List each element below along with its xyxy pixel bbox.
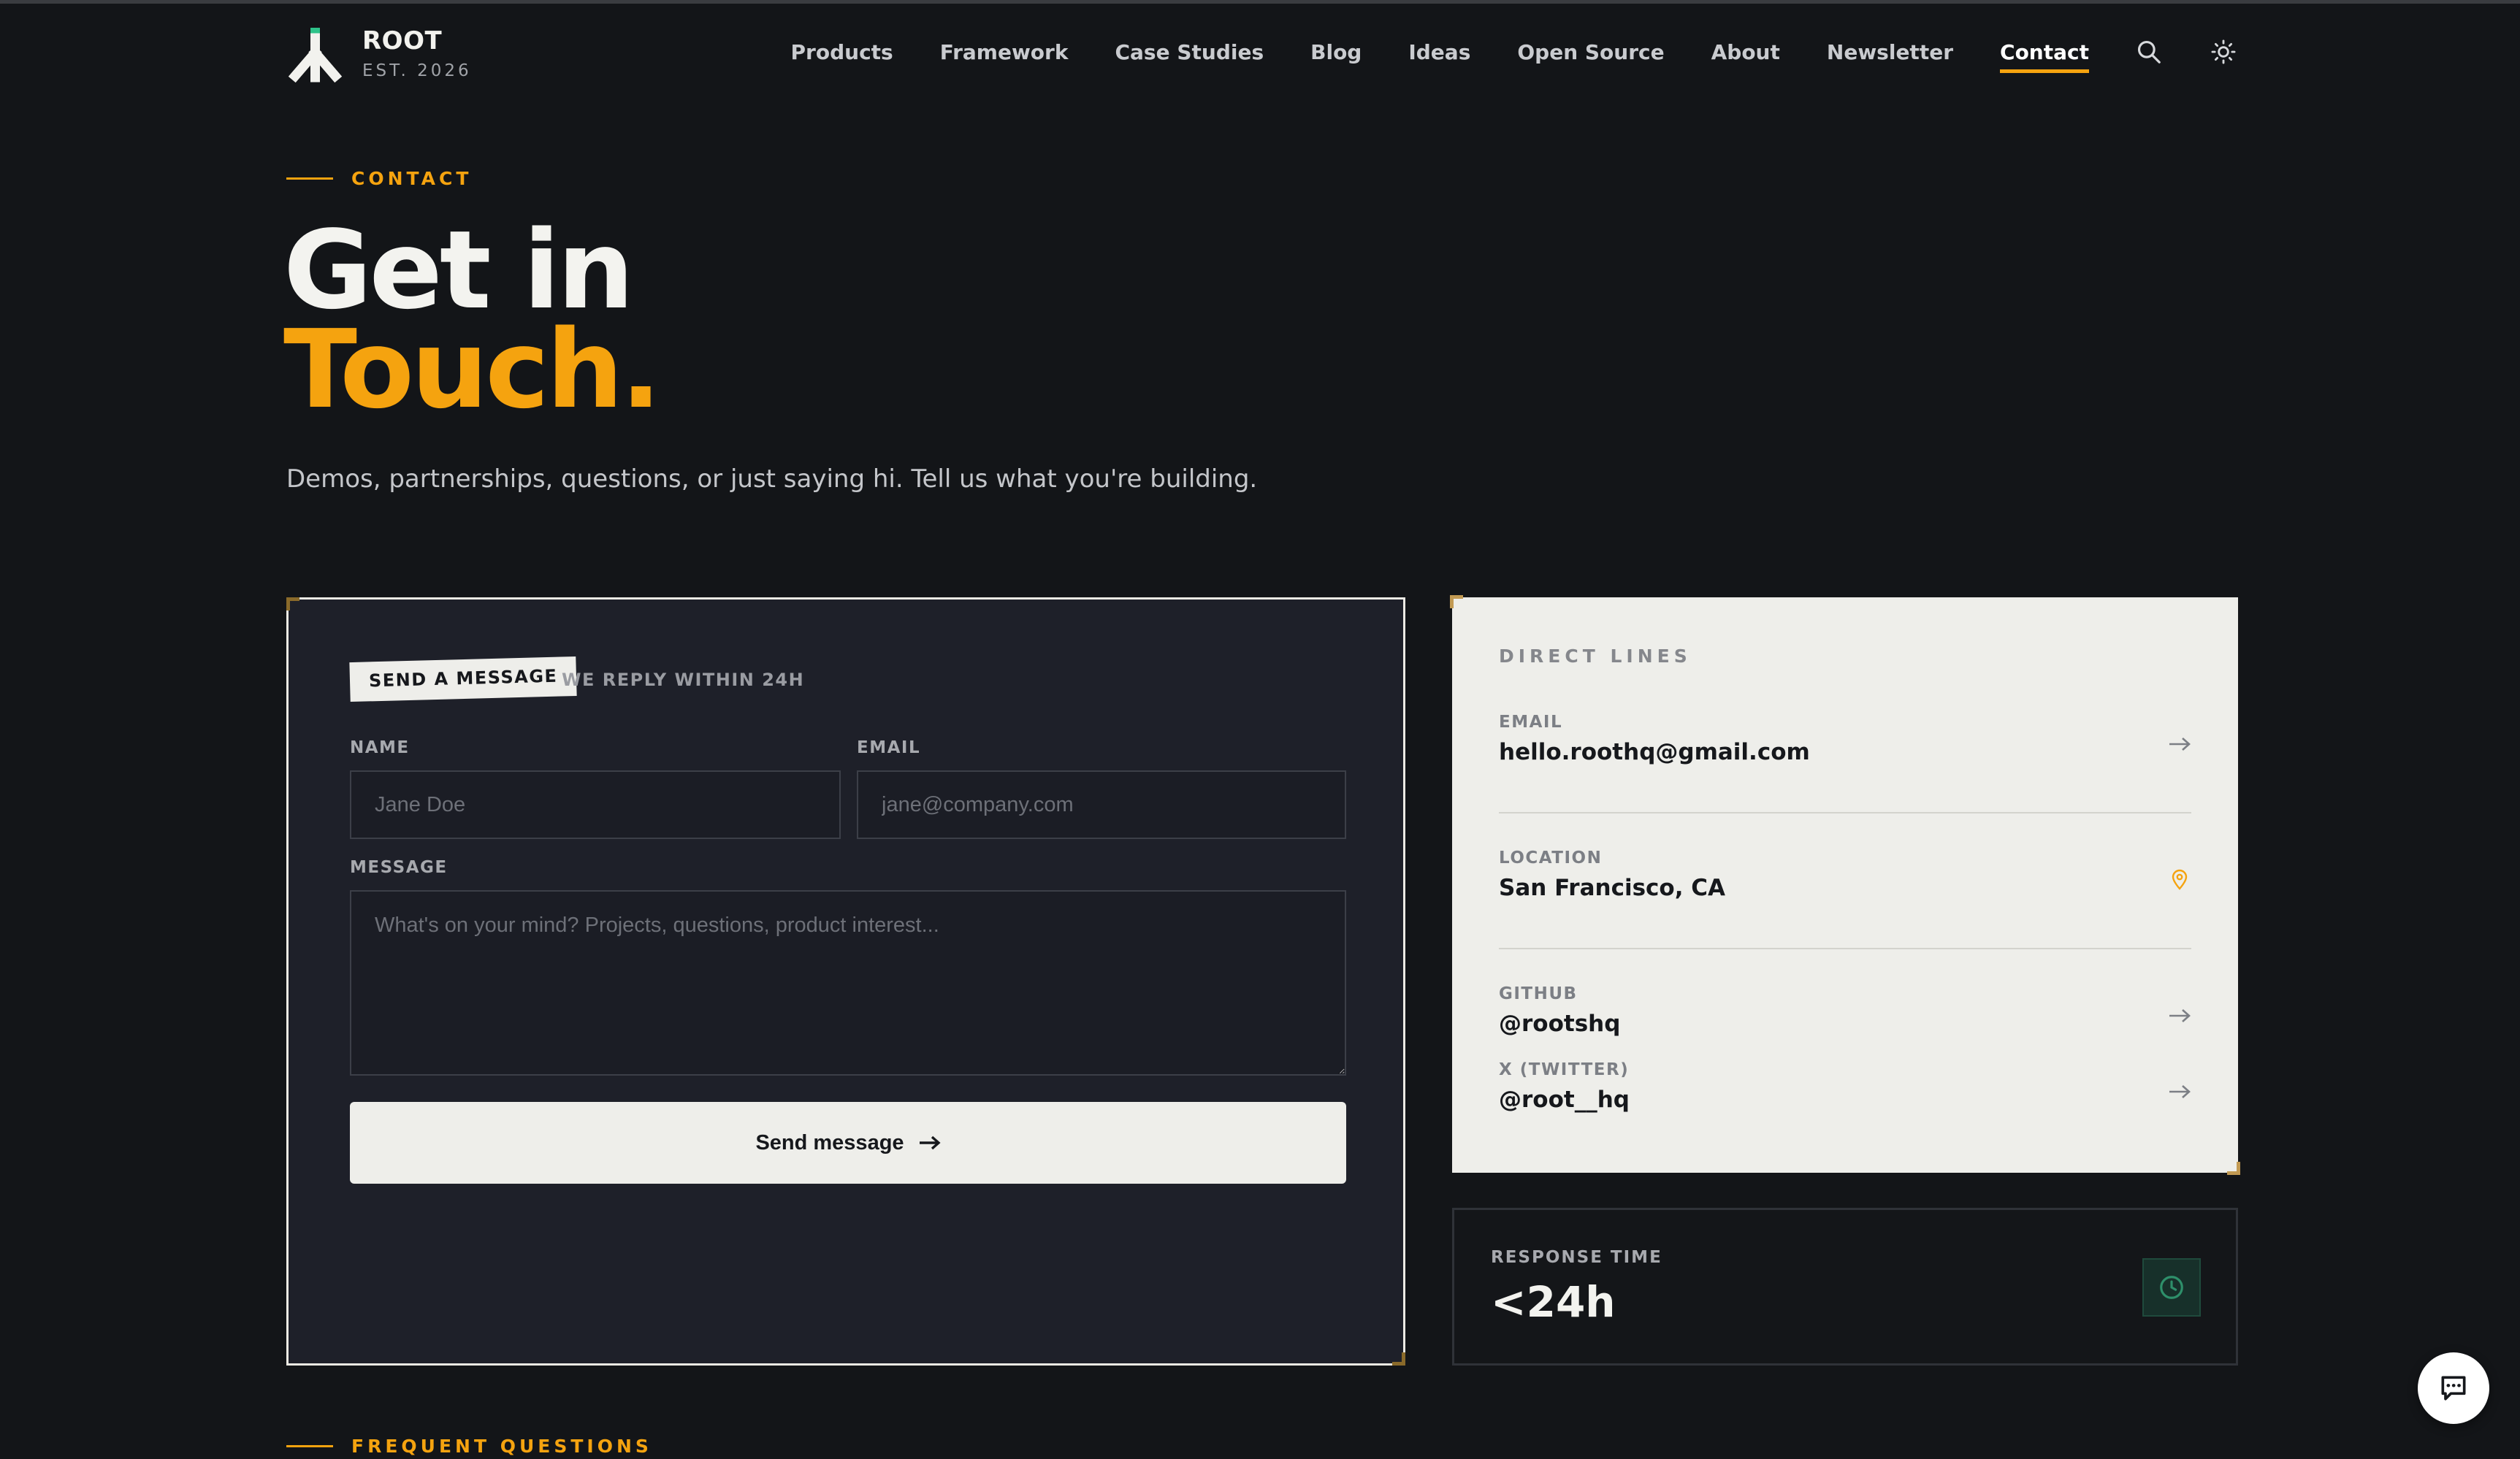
nav-products[interactable]: Products	[791, 31, 893, 73]
title-line-1: Get in	[283, 207, 634, 333]
eyebrow-line	[286, 1445, 333, 1447]
chat-icon	[2441, 1376, 2466, 1401]
name-input[interactable]	[350, 770, 841, 839]
nav-ideas[interactable]: Ideas	[1408, 31, 1470, 73]
clock-icon	[2160, 1276, 2183, 1299]
email-line-value: hello.roothq@gmail.com	[1499, 739, 1810, 765]
corner-accent	[1392, 1352, 1405, 1366]
faq-eyebrow: FREQUENT QUESTIONS	[286, 1436, 652, 1457]
faq-eyebrow-label: FREQUENT QUESTIONS	[351, 1436, 652, 1457]
theme-toggle-button[interactable]	[2209, 37, 2238, 66]
contact-eyebrow: CONTACT	[286, 168, 472, 189]
reply-note: WE REPLY WITHIN 24H	[562, 670, 805, 690]
github-line-value: @rootshq	[1499, 1011, 1621, 1037]
nav-case-studies[interactable]: Case Studies	[1115, 31, 1264, 73]
response-time-card: RESPONSE TIME <24h	[1452, 1208, 2238, 1366]
divider	[1499, 948, 2191, 949]
corner-accent	[1450, 595, 1463, 608]
search-icon	[2137, 40, 2161, 64]
root-logo-icon	[288, 28, 343, 83]
page-subtitle: Demos, partnerships, questions, or just …	[286, 464, 1258, 494]
message-textarea[interactable]	[350, 890, 1346, 1076]
divider	[1499, 812, 2191, 813]
send-message-button[interactable]: Send message	[350, 1102, 1346, 1184]
name-label: NAME	[350, 738, 410, 757]
clock-badge	[2142, 1258, 2201, 1317]
location-line-label: LOCATION	[1499, 849, 1603, 868]
arrow-right-icon	[2169, 738, 2191, 751]
message-label: MESSAGE	[350, 858, 448, 877]
nav-newsletter[interactable]: Newsletter	[1827, 31, 1953, 73]
contact-form: SEND A MESSAGE WE REPLY WITHIN 24H NAME …	[286, 597, 1405, 1366]
brand-name: ROOT	[362, 26, 443, 55]
chat-button[interactable]	[2418, 1352, 2489, 1424]
eyebrow-line	[286, 177, 333, 180]
send-message-tag: SEND A MESSAGE	[349, 656, 578, 702]
nav-about[interactable]: About	[1711, 31, 1780, 73]
email-line-label: EMAIL	[1499, 713, 1563, 732]
top-border	[0, 0, 2520, 4]
nav-blog[interactable]: Blog	[1310, 31, 1362, 73]
github-line[interactable]: GITHUB @rootshq	[1499, 984, 2191, 1037]
response-time-value: <24h	[1491, 1277, 1616, 1327]
nav-framework[interactable]: Framework	[940, 31, 1069, 73]
location-line-value: San Francisco, CA	[1499, 875, 1726, 901]
email-line[interactable]: EMAIL hello.roothq@gmail.com	[1499, 713, 2191, 765]
twitter-line-value: @root__hq	[1499, 1087, 1630, 1113]
github-line-label: GITHUB	[1499, 984, 1578, 1003]
nav-open-source[interactable]: Open Source	[1517, 31, 1664, 73]
page-title: Get in Touch.	[283, 207, 662, 432]
arrow-right-icon	[2169, 1085, 2191, 1098]
arrow-right-icon	[919, 1136, 941, 1150]
title-line-2: Touch.	[283, 307, 662, 432]
direct-lines-heading: DIRECT LINES	[1499, 646, 1692, 667]
logo[interactable]	[286, 20, 345, 86]
corner-accent	[286, 597, 299, 610]
response-time-label: RESPONSE TIME	[1491, 1248, 1662, 1267]
email-input[interactable]	[857, 770, 1346, 839]
main-nav: Products Framework Case Studies Blog Ide…	[744, 20, 2238, 83]
search-button[interactable]	[2134, 37, 2164, 66]
twitter-line-label: X (TWITTER)	[1499, 1060, 1630, 1079]
send-message-label: Send message	[755, 1130, 904, 1154]
nav-contact[interactable]: Contact	[2000, 31, 2089, 73]
location-line: LOCATION San Francisco, CA	[1499, 849, 2191, 901]
sun-icon	[2211, 39, 2236, 64]
direct-lines-card: DIRECT LINES EMAIL hello.roothq@gmail.co…	[1450, 595, 2240, 1175]
arrow-right-icon	[2169, 1009, 2191, 1022]
eyebrow-label: CONTACT	[351, 168, 473, 189]
twitter-line[interactable]: X (TWITTER) @root__hq	[1499, 1060, 2191, 1113]
brand-est: EST. 2026	[362, 61, 472, 80]
site-header: ROOT EST. 2026 Products Framework Case S…	[286, 20, 2238, 86]
email-label: EMAIL	[857, 738, 921, 757]
location-pin-icon	[2172, 869, 2188, 890]
corner-accent	[2227, 1162, 2240, 1175]
